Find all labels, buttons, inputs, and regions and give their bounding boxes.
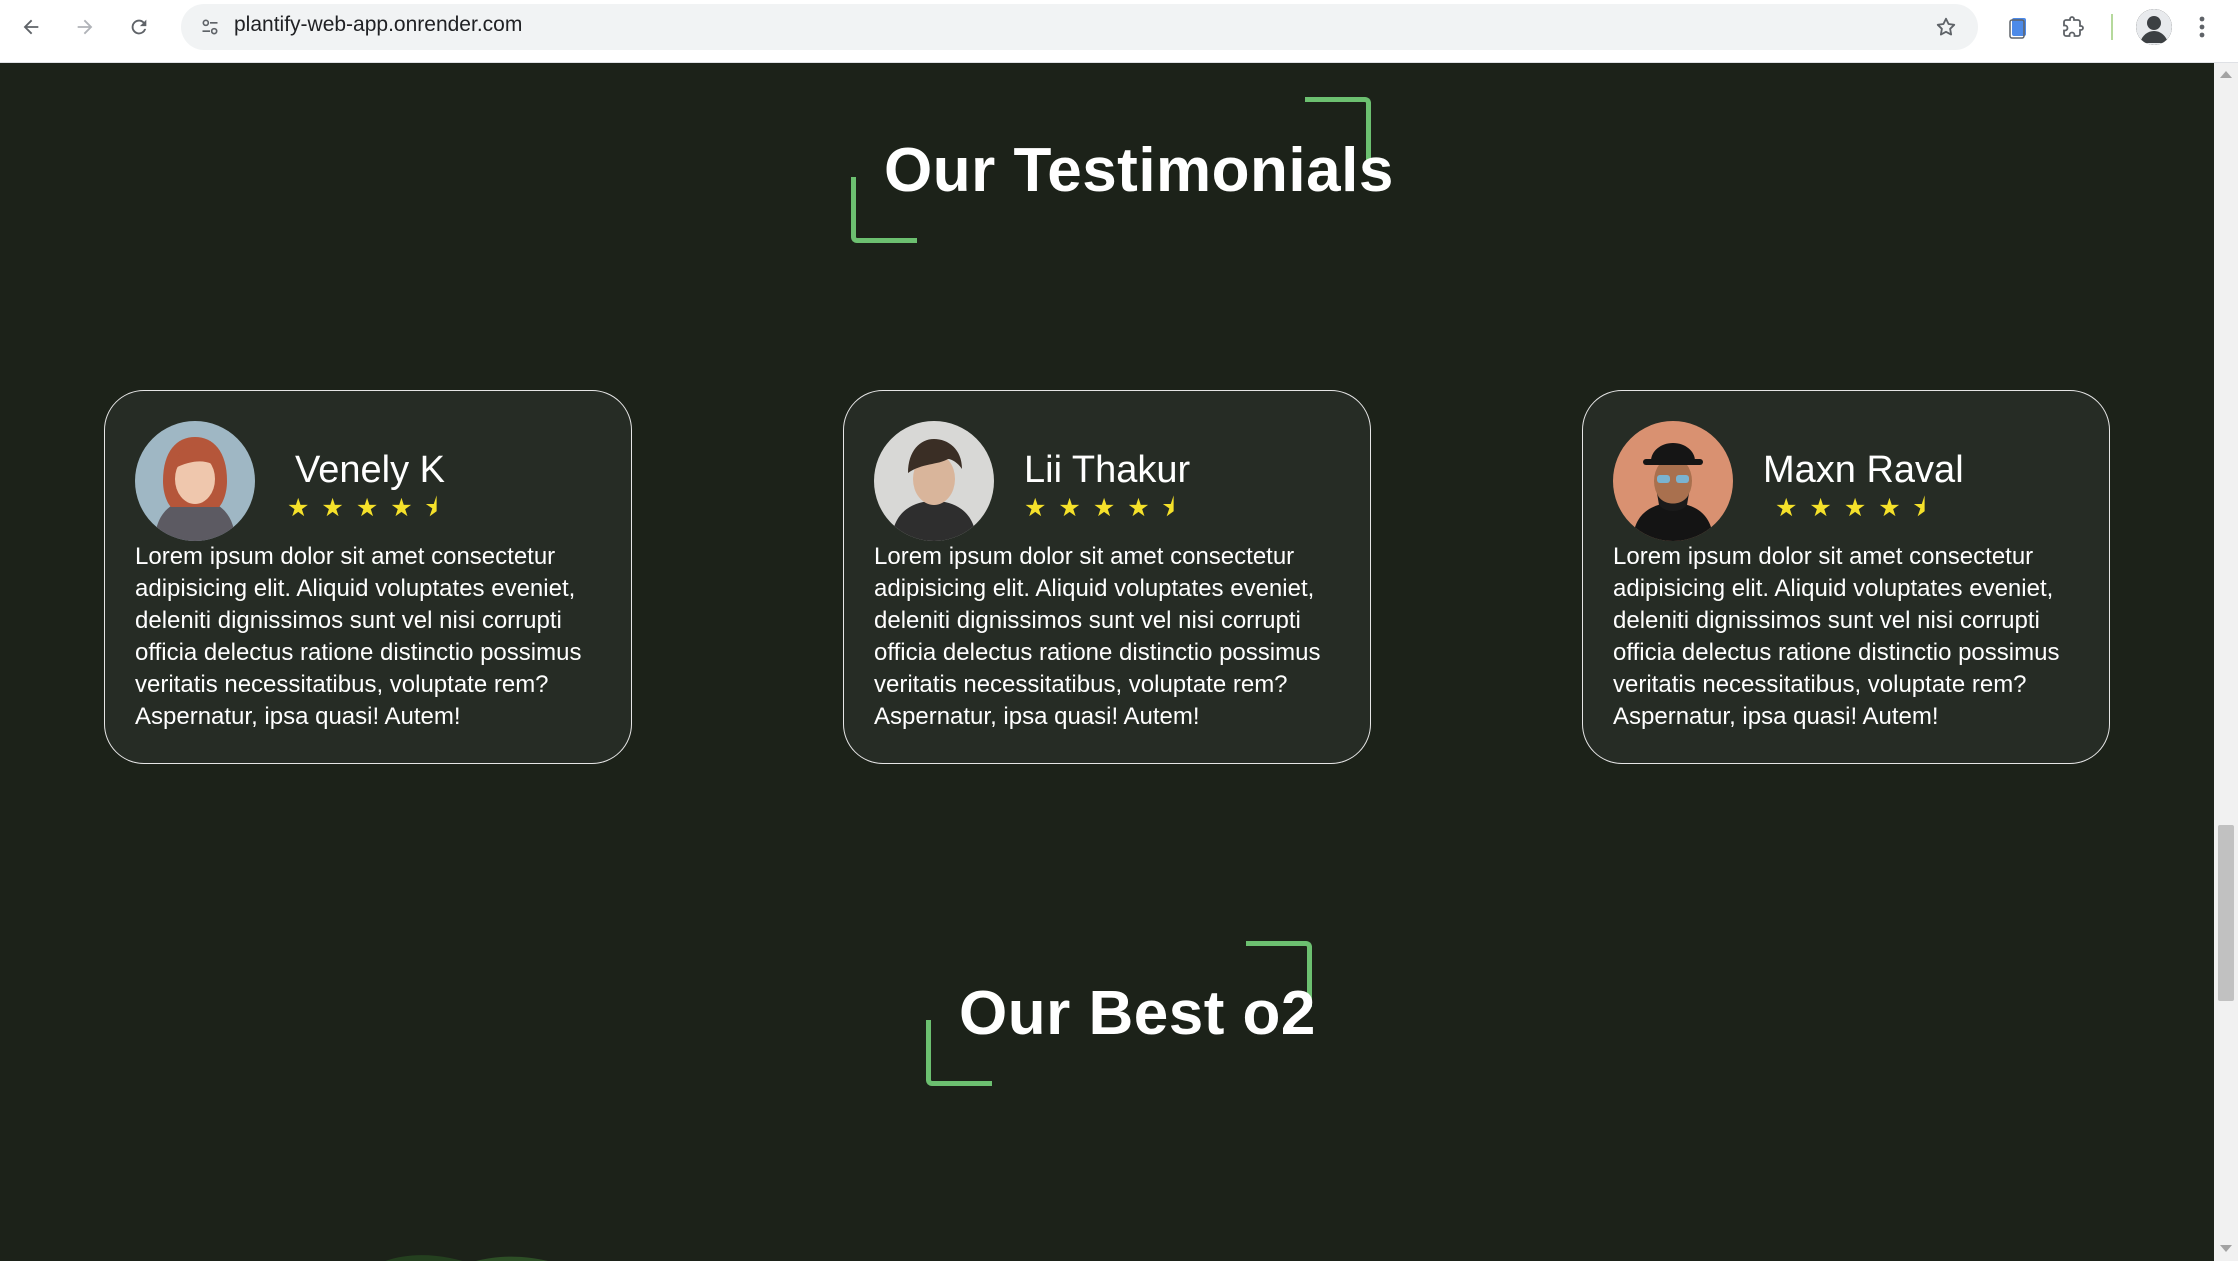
- avatar: [874, 421, 994, 541]
- reading-list-icon[interactable]: [2002, 10, 2036, 44]
- review-text: Lorem ipsum dolor sit amet consectetur a…: [874, 543, 1321, 730]
- testimonials-heading: Our Testimonials: [884, 135, 1394, 206]
- scroll-down-arrow-icon[interactable]: [2220, 1245, 2232, 1252]
- scroll-up-arrow-icon[interactable]: [2220, 71, 2232, 78]
- forward-button[interactable]: [68, 10, 102, 44]
- scrollbar-thumb[interactable]: [2218, 825, 2234, 1001]
- testimonial-card: Lii Thakur ★★★★⯨ Lorem ipsum dolor sit a…: [843, 390, 1371, 764]
- testimonials-title: Our Testimonials: [884, 136, 1394, 205]
- url-text[interactable]: plantify-web-app.onrender.com: [234, 13, 522, 37]
- page-content: Our Testimonials Venely K ★★★★⯨ Lorem ip…: [0, 63, 2214, 1261]
- testimonial-card: Maxn Raval ★★★★⯨ Lorem ipsum dolor sit a…: [1582, 390, 2110, 764]
- reviewer-name: Maxn Raval: [1763, 449, 1964, 491]
- review-text: Lorem ipsum dolor sit amet consectetur a…: [135, 543, 582, 730]
- avatar: [135, 421, 255, 541]
- menu-kebab-icon[interactable]: [2190, 10, 2214, 44]
- rating-stars: ★★★★⯨: [287, 494, 450, 522]
- rating-stars: ★★★★⯨: [1024, 494, 1187, 522]
- rating-stars: ★★★★⯨: [1775, 494, 1938, 522]
- avatar: [1613, 421, 1733, 541]
- browser-toolbar: plantify-web-app.onrender.com: [0, 0, 2238, 63]
- profile-avatar[interactable]: [2136, 9, 2172, 45]
- extensions-icon[interactable]: [2056, 10, 2090, 44]
- back-button[interactable]: [14, 10, 48, 44]
- reviewer-name: Lii Thakur: [1024, 449, 1191, 491]
- back-arrow-icon: [23, 19, 39, 35]
- bookmark-star-icon[interactable]: [1930, 11, 1962, 43]
- forward-arrow-icon: [77, 19, 93, 35]
- reload-button[interactable]: [122, 10, 156, 44]
- best-heading: Our Best o2: [959, 978, 1316, 1049]
- reload-icon: [131, 19, 147, 35]
- reviewer-name: Venely K: [295, 449, 445, 491]
- testimonial-card: Venely K ★★★★⯨ Lorem ipsum dolor sit ame…: [104, 390, 632, 764]
- vertical-scrollbar[interactable]: [2214, 63, 2238, 1261]
- plant-leaf-image: [385, 1255, 548, 1261]
- site-settings-icon[interactable]: [195, 12, 225, 42]
- toolbar-divider: [2111, 14, 2113, 40]
- best-title: Our Best o2: [959, 979, 1316, 1048]
- review-text: Lorem ipsum dolor sit amet consectetur a…: [1613, 543, 2060, 730]
